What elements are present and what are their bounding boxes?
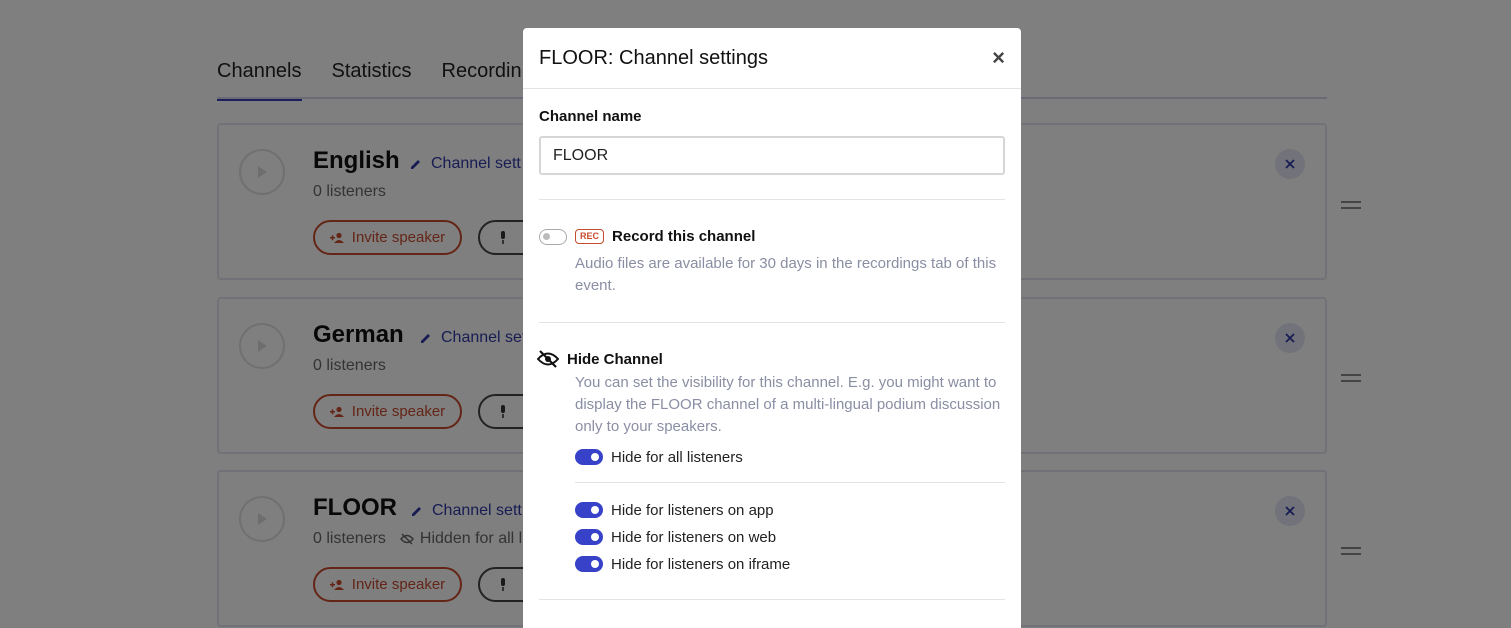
hide-channel-row: Hide Channel	[537, 350, 1005, 368]
hide-app-label: Hide for listeners on app	[611, 501, 774, 519]
record-help-text: Audio files are available for 30 days in…	[575, 255, 997, 294]
divider	[539, 599, 1005, 600]
hide-web-label: Hide for listeners on web	[611, 528, 777, 546]
hide-web-row: Hide for listeners on web	[575, 524, 1005, 550]
divider	[539, 322, 1005, 323]
hide-app-toggle[interactable]	[575, 502, 603, 518]
record-title: Record this channel	[612, 228, 756, 245]
close-modal-button[interactable]: ×	[992, 47, 1005, 69]
hide-all-toggle[interactable]	[575, 449, 603, 465]
hide-iframe-row: Hide for listeners on iframe	[575, 551, 1005, 577]
record-toggle[interactable]	[539, 228, 567, 245]
hide-iframe-label: Hide for listeners on iframe	[611, 555, 791, 573]
divider	[575, 482, 1005, 483]
hide-all-row: Hide for all listeners	[575, 444, 1005, 470]
eye-off-icon	[537, 350, 559, 368]
hide-web-toggle[interactable]	[575, 529, 603, 545]
hide-all-label: Hide for all listeners	[611, 448, 743, 466]
rec-badge: REC	[575, 229, 605, 244]
hide-app-row: Hide for listeners on app	[575, 497, 1005, 523]
hide-help-text: You can set the visibility for this chan…	[575, 374, 1001, 435]
channel-settings-modal: FLOOR: Channel settings × Channel name R…	[523, 28, 1021, 628]
modal-body: Channel name REC Record this channel Aud…	[523, 108, 1021, 600]
channel-name-input[interactable]	[539, 136, 1005, 175]
hide-iframe-toggle[interactable]	[575, 556, 603, 572]
divider	[539, 199, 1005, 200]
channel-name-label: Channel name	[539, 108, 642, 125]
record-row: REC Record this channel	[539, 228, 1005, 245]
modal-title: FLOOR: Channel settings	[539, 46, 768, 69]
modal-header: FLOOR: Channel settings ×	[523, 28, 1021, 89]
hide-channel-title: Hide Channel	[567, 350, 663, 368]
